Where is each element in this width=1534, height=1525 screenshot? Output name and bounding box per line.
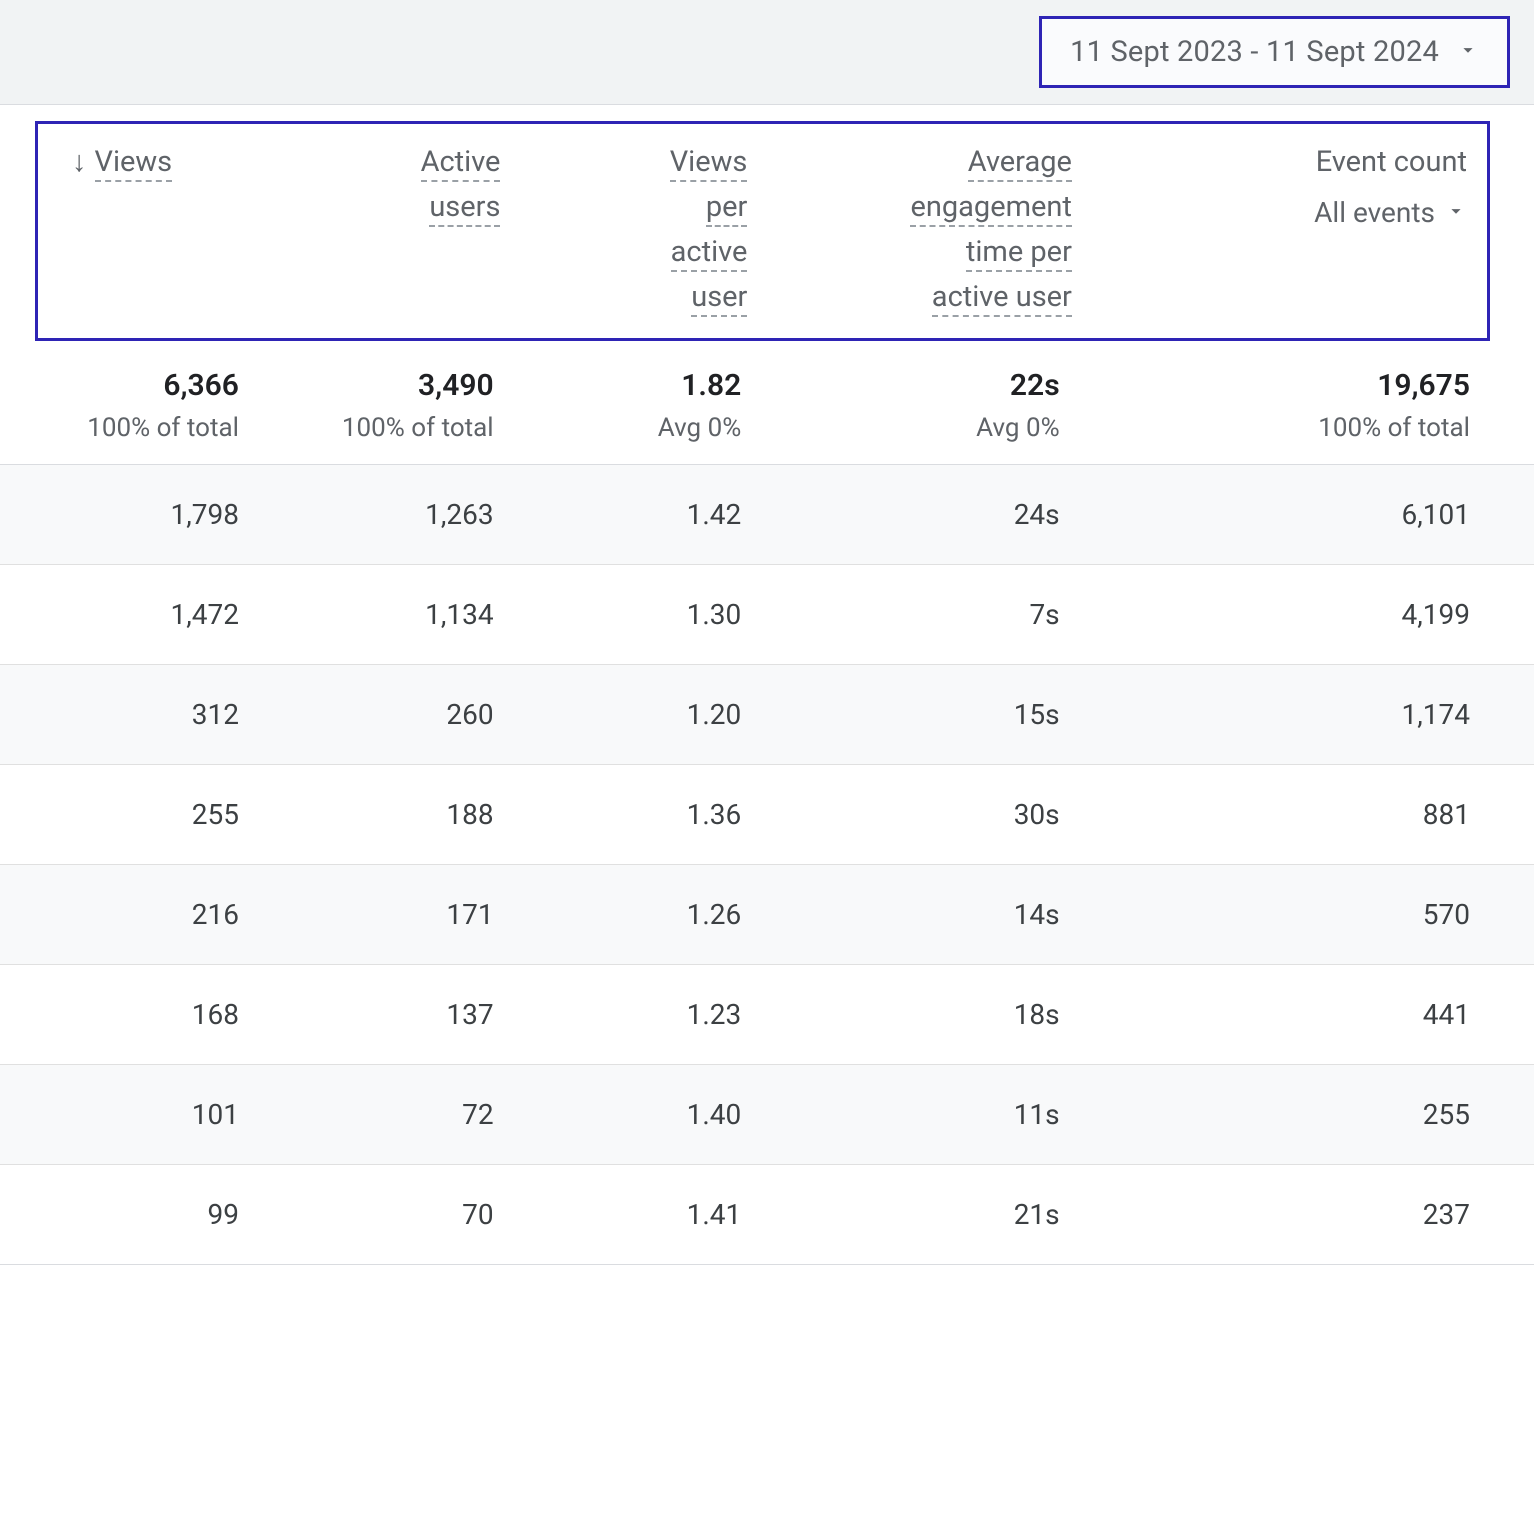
total-views: 6,366100% of total [55,368,239,443]
cell-avg-engagement: 24s [741,498,1059,531]
toolbar: 11 Sept 2023 - 11 Sept 2024 [0,0,1534,104]
cell-views: 255 [55,798,239,831]
column-header-active-users[interactable]: Active users [232,140,500,320]
cell-active-users: 260 [239,698,494,731]
total-avg-engagement: 22sAvg 0% [741,368,1059,443]
spacer [0,1265,1534,1525]
cell-event-count: 881 [1060,798,1470,831]
cell-event-count: 570 [1060,898,1470,931]
cell-active-users: 70 [239,1198,494,1231]
cell-views-per-active: 1.20 [494,698,742,731]
table-row: 99 70 1.41 21s 237 [0,1165,1534,1265]
cell-views-per-active: 1.26 [494,898,742,931]
column-header-avg-engagement[interactable]: Average engagement time per active user [747,140,1072,320]
cell-views-per-active: 1.40 [494,1098,742,1131]
cell-avg-engagement: 11s [741,1098,1059,1131]
cell-active-users: 171 [239,898,494,931]
column-header-event-count[interactable]: Event count All events [1072,140,1467,320]
table-row: 1,472 1,134 1.30 7s 4,199 [0,565,1534,665]
column-label-l2: engagement [910,190,1071,227]
cell-views: 1,798 [55,498,239,531]
column-label-l2: per [706,190,748,227]
total-active-users: 3,490100% of total [239,368,494,443]
table-row: 1,798 1,263 1.42 24s 6,101 [0,465,1534,565]
cell-avg-engagement: 14s [741,898,1059,931]
table-totals-row: 6,366100% of total 3,490100% of total 1.… [0,341,1534,465]
cell-views: 312 [55,698,239,731]
column-label-l1: Active [421,145,501,182]
table-row: 255 188 1.36 30s 881 [0,765,1534,865]
chevron-down-icon [1445,191,1467,234]
cell-views-per-active: 1.42 [494,498,742,531]
column-label-l3: active [671,235,748,272]
date-range-picker[interactable]: 11 Sept 2023 - 11 Sept 2024 [1039,16,1510,88]
column-label-l3: time per [966,235,1072,272]
table-row: 216 171 1.26 14s 570 [0,865,1534,965]
cell-views: 216 [55,898,239,931]
cell-views: 168 [55,998,239,1031]
cell-views: 1,472 [55,598,239,631]
cell-views: 99 [55,1198,239,1231]
cell-event-count: 237 [1060,1198,1470,1231]
event-filter-label: All events [1314,191,1435,234]
column-label-l1: Views [670,145,748,182]
column-label-l1: Average [968,145,1072,182]
column-label-l4: user [691,280,747,317]
chevron-down-icon [1457,35,1479,69]
table-body: 6,366100% of total 3,490100% of total 1.… [0,341,1534,1265]
cell-active-users: 72 [239,1098,494,1131]
cell-active-users: 188 [239,798,494,831]
table-container: ↓Views Active users Views per active use… [0,104,1534,1525]
column-label-l2: users [429,190,500,227]
table-row: 312 260 1.20 15s 1,174 [0,665,1534,765]
cell-event-count: 441 [1060,998,1470,1031]
total-event-count: 19,675100% of total [1060,368,1470,443]
cell-avg-engagement: 18s [741,998,1059,1031]
cell-views-per-active: 1.36 [494,798,742,831]
cell-event-count: 255 [1060,1098,1470,1131]
cell-avg-engagement: 30s [741,798,1059,831]
cell-active-users: 137 [239,998,494,1031]
column-header-views[interactable]: ↓Views [56,140,232,320]
table-row: 101 72 1.40 11s 255 [0,1065,1534,1165]
column-label: Views [95,145,173,182]
cell-active-users: 1,134 [239,598,494,631]
cell-views-per-active: 1.30 [494,598,742,631]
column-header-views-per-active-user[interactable]: Views per active user [500,140,747,320]
sort-descending-icon: ↓ [72,145,87,179]
cell-avg-engagement: 7s [741,598,1059,631]
cell-views: 101 [55,1098,239,1131]
table-header: ↓Views Active users Views per active use… [35,121,1490,341]
table-row: 168 137 1.23 18s 441 [0,965,1534,1065]
cell-event-count: 6,101 [1060,498,1470,531]
column-label: Event count [1314,140,1467,185]
event-count-filter[interactable]: All events [1314,191,1467,234]
column-label-l4: active user [932,280,1072,317]
cell-avg-engagement: 21s [741,1198,1059,1231]
cell-active-users: 1,263 [239,498,494,531]
cell-views-per-active: 1.41 [494,1198,742,1231]
cell-views-per-active: 1.23 [494,998,742,1031]
cell-event-count: 4,199 [1060,598,1470,631]
cell-event-count: 1,174 [1060,698,1470,731]
cell-avg-engagement: 15s [741,698,1059,731]
total-views-per-active: 1.82Avg 0% [494,368,742,443]
date-range-label: 11 Sept 2023 - 11 Sept 2024 [1070,35,1439,69]
